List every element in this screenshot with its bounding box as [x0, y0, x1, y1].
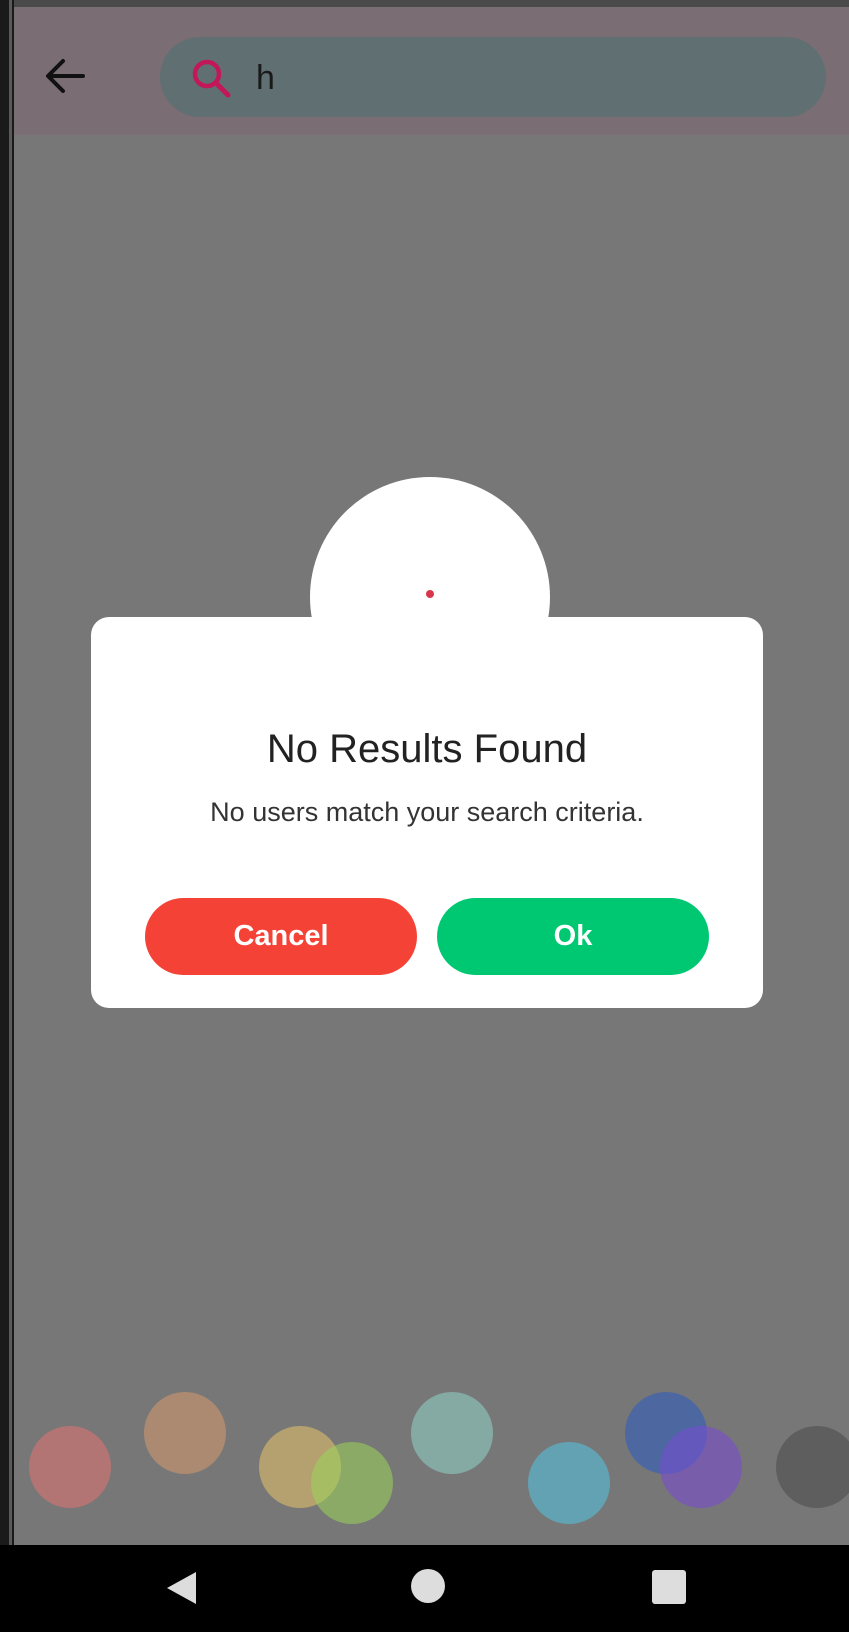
- arrow-left-icon[interactable]: [42, 53, 88, 99]
- device-frame-edge: [0, 0, 14, 1632]
- nav-recents-icon[interactable]: [652, 1570, 686, 1604]
- status-strip: [14, 0, 849, 7]
- ok-button[interactable]: Ok: [437, 898, 709, 975]
- app-screen: No Results Found No users match your sea…: [14, 0, 849, 1545]
- decor-bubble: [144, 1392, 226, 1474]
- decor-bubble: [411, 1392, 493, 1474]
- decor-bubble: [29, 1426, 111, 1508]
- system-nav-bar: [0, 1545, 849, 1632]
- decor-bubble: [660, 1426, 742, 1508]
- search-app-bar: [14, 7, 849, 135]
- decor-bubble: [311, 1442, 393, 1524]
- search-icon: [192, 59, 231, 98]
- decor-bubble: [776, 1426, 849, 1508]
- dialog-message: No users match your search criteria.: [210, 797, 644, 827]
- decor-bubble: [528, 1442, 610, 1524]
- nav-home-icon[interactable]: [411, 1569, 445, 1603]
- search-input[interactable]: [254, 51, 798, 105]
- no-results-dialog: No Results Found No users match your sea…: [91, 617, 763, 1008]
- search-bar[interactable]: [160, 37, 826, 117]
- cancel-button[interactable]: Cancel: [145, 898, 417, 975]
- nav-back-icon[interactable]: [164, 1570, 200, 1606]
- dialog-title: No Results Found: [266, 727, 588, 771]
- loading-dot-icon: [426, 590, 434, 598]
